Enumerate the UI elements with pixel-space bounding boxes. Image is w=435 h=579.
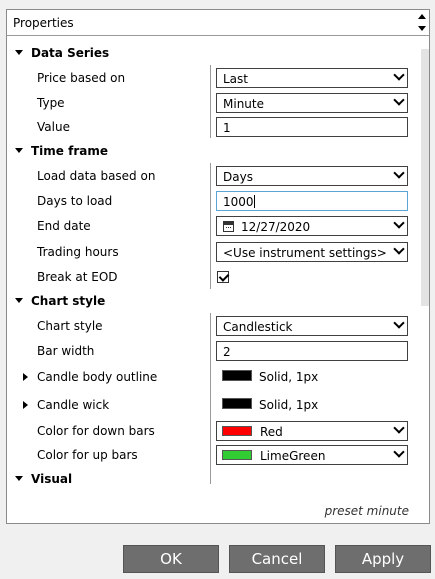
chevron-down-icon bbox=[393, 94, 405, 106]
category-label: Time frame bbox=[31, 144, 108, 158]
row-color-up-bars: Color for up bars LimeGreen bbox=[7, 443, 415, 467]
category-time-frame[interactable]: Time frame bbox=[7, 139, 415, 163]
properties-header: Properties bbox=[7, 10, 429, 36]
color-swatch bbox=[222, 426, 252, 436]
row-label: Value bbox=[37, 120, 70, 134]
select-value: LimeGreen bbox=[260, 449, 326, 463]
down-bars-color-select[interactable]: Red bbox=[216, 421, 408, 441]
row-end-date: End date 12/27/2020 bbox=[7, 214, 415, 238]
row-candle-wick[interactable]: Candle wick Solid, 1px bbox=[7, 393, 415, 417]
category-visual[interactable]: Visual bbox=[7, 467, 415, 491]
select-value: <Use instrument settings> bbox=[223, 246, 387, 260]
row-candle-body-outline[interactable]: Candle body outline Solid, 1px bbox=[7, 365, 415, 389]
cancel-button[interactable]: Cancel bbox=[229, 545, 325, 573]
properties-title: Properties bbox=[13, 16, 74, 30]
calendar-icon[interactable] bbox=[223, 221, 234, 232]
select-value: Red bbox=[260, 425, 283, 439]
chevron-down-icon bbox=[393, 446, 405, 458]
ok-button[interactable]: OK bbox=[123, 545, 219, 573]
chart-style-select[interactable]: Candlestick bbox=[216, 316, 408, 336]
days-to-load-input[interactable]: 1000 bbox=[216, 191, 408, 211]
row-value: Value 1 bbox=[7, 115, 415, 139]
row-label: End date bbox=[37, 219, 91, 233]
end-date-picker[interactable]: 12/27/2020 bbox=[216, 216, 408, 236]
collapse-icon[interactable] bbox=[15, 50, 23, 55]
row-label: Break at EOD bbox=[37, 270, 118, 284]
row-label: Type bbox=[37, 96, 65, 110]
row-label: Chart style bbox=[37, 319, 103, 333]
expand-icon[interactable] bbox=[23, 401, 28, 409]
color-swatch bbox=[222, 450, 252, 460]
scroll-down-icon[interactable] bbox=[418, 26, 426, 31]
stroke-value: Solid, 1px bbox=[259, 370, 319, 384]
collapse-icon[interactable] bbox=[15, 476, 23, 481]
select-value: Minute bbox=[223, 97, 264, 111]
category-label: Visual bbox=[31, 472, 73, 486]
header-spinner[interactable] bbox=[415, 10, 429, 36]
date-value: 12/27/2020 bbox=[241, 220, 311, 234]
row-chart-style: Chart style Candlestick bbox=[7, 314, 415, 338]
expand-icon[interactable] bbox=[23, 373, 28, 381]
collapse-icon[interactable] bbox=[15, 298, 23, 303]
input-text: 1000 bbox=[223, 195, 254, 209]
stroke-color-swatch[interactable] bbox=[222, 398, 252, 409]
select-value: Candlestick bbox=[223, 320, 293, 334]
input-value: 1 bbox=[223, 121, 231, 135]
row-label: Bar width bbox=[37, 344, 95, 358]
chevron-down-icon bbox=[393, 167, 405, 179]
chevron-down-icon bbox=[393, 422, 405, 434]
chevron-down-icon bbox=[393, 243, 405, 255]
scroll-up-icon[interactable] bbox=[418, 14, 426, 19]
row-label: Candle wick bbox=[37, 398, 110, 412]
stroke-value: Solid, 1px bbox=[259, 398, 319, 412]
category-label: Chart style bbox=[31, 294, 106, 308]
preset-label: preset minute bbox=[324, 504, 409, 518]
break-at-eod-checkbox[interactable] bbox=[217, 271, 229, 283]
stroke-color-swatch[interactable] bbox=[222, 370, 252, 381]
row-price-based-on: Price based on Last bbox=[7, 66, 415, 90]
row-label: Candle body outline bbox=[37, 370, 158, 384]
value-input[interactable]: 1 bbox=[216, 117, 408, 137]
price-based-on-select[interactable]: Last bbox=[216, 68, 408, 88]
category-data-series[interactable]: Data Series bbox=[7, 41, 415, 65]
row-trading-hours: Trading hours <Use instrument settings> bbox=[7, 240, 415, 264]
category-chart-style[interactable]: Chart style bbox=[7, 289, 415, 313]
row-label: Load data based on bbox=[37, 169, 156, 183]
row-label: Days to load bbox=[37, 194, 113, 208]
bar-width-input[interactable]: 2 bbox=[216, 341, 408, 361]
up-bars-color-select[interactable]: LimeGreen bbox=[216, 445, 408, 465]
input-value: 2 bbox=[223, 345, 231, 359]
property-grid: Data Series Price based on Last Type Min… bbox=[7, 37, 415, 499]
apply-button[interactable]: Apply bbox=[335, 545, 431, 573]
row-type: Type Minute bbox=[7, 91, 415, 115]
row-label: Price based on bbox=[37, 71, 126, 85]
load-based-on-select[interactable]: Days bbox=[216, 166, 408, 186]
row-break-at-eod: Break at EOD bbox=[7, 265, 415, 289]
input-value: 1000 bbox=[223, 195, 255, 209]
row-label: Color for up bars bbox=[37, 448, 138, 462]
row-days-to-load: Days to load 1000 bbox=[7, 189, 415, 213]
select-value: Days bbox=[223, 170, 253, 184]
row-color-down-bars: Color for down bars Red bbox=[7, 419, 415, 443]
select-value: Last bbox=[223, 72, 248, 86]
trading-hours-select[interactable]: <Use instrument settings> bbox=[216, 242, 408, 262]
collapse-icon[interactable] bbox=[15, 148, 23, 153]
properties-panel: Properties Data Series Price based on La… bbox=[6, 9, 430, 524]
chevron-down-icon bbox=[393, 317, 405, 329]
row-bar-width: Bar width 2 bbox=[7, 339, 415, 363]
category-label: Data Series bbox=[31, 46, 110, 60]
type-select[interactable]: Minute bbox=[216, 93, 408, 113]
row-load-data-based-on: Load data based on Days bbox=[7, 164, 415, 188]
chevron-down-icon bbox=[393, 69, 405, 81]
row-label: Trading hours bbox=[37, 245, 119, 259]
chevron-down-icon bbox=[393, 217, 405, 229]
row-label: Color for down bars bbox=[37, 424, 155, 438]
vertical-scrollbar[interactable] bbox=[421, 49, 429, 306]
text-caret bbox=[253, 195, 255, 208]
